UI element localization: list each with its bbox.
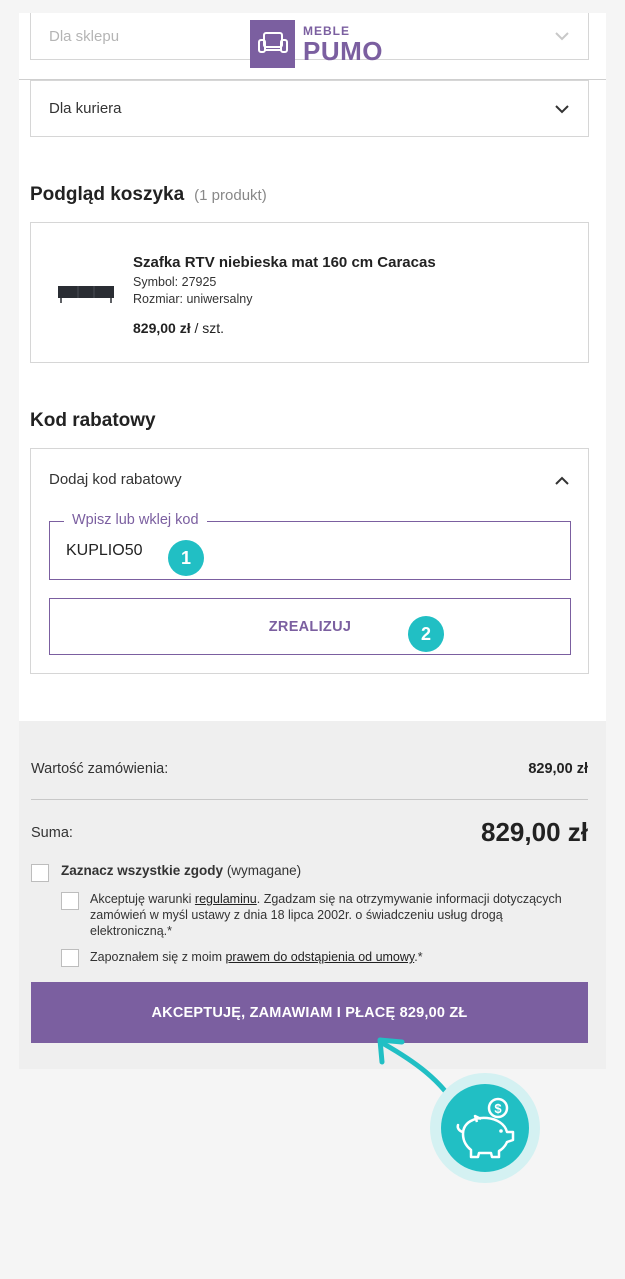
discount-toggle-label[interactable]: Dodaj kod rabatowy [49,471,182,488]
logo[interactable]: MEBLE PUMO [250,20,390,68]
consent-terms-text-pre: Akceptuję warunki [90,892,195,906]
product-price-unit: / szt. [190,320,225,336]
product-thumbnail[interactable] [56,281,116,305]
discount-code-label: Wpisz lub wklej kod [64,512,207,528]
chevron-down-icon [555,32,569,41]
consent-all-checkbox[interactable] [31,864,49,882]
cart-count: (1 produkt) [194,187,267,204]
chevron-up-icon[interactable] [554,473,570,489]
order-value: 829,00 zł [528,761,588,777]
summary-divider [31,799,588,800]
order-value-row: Wartość zamówienia: 829,00 zł [31,761,588,777]
product-price-value: 829,00 zł [133,320,191,336]
total-label: Suma: [31,824,73,841]
discount-title: Kod rabatowy [30,410,156,431]
consent-withdrawal-text-post: .* [414,950,423,964]
consent-terms-checkbox[interactable] [61,892,79,910]
logo-small-text: MEBLE [303,23,350,38]
cart-title-text: Podgląd koszyka [30,184,185,205]
logo-brand-text: PUMO [303,35,383,66]
delivery-option-courier-label: Dla kuriera [49,100,122,117]
consent-all-note: (wymagane) [223,863,302,878]
cart-product: Szafka RTV niebieska mat 160 cm Caracas … [30,222,589,363]
total-row: Suma: 829,00 zł [31,817,588,848]
consent-terms-label: Akceptuję warunki regulaminu. Zgadzam si… [90,891,580,939]
consent-all-text: Zaznacz wszystkie zgody [61,863,224,878]
discount-code-value: KUPLIO50 [66,542,143,559]
product-name[interactable]: Szafka RTV niebieska mat 160 cm Caracas [133,254,436,271]
discount-panel: Dodaj kod rabatowy Wpisz lub wklej kod K… [30,448,589,674]
chevron-down-icon [555,104,569,113]
product-size: Rozmiar: uniwersalny [133,292,253,306]
discount-code-input[interactable]: Wpisz lub wklej kod KUPLIO50 [49,512,571,580]
cart-title: Podgląd koszyka (1 produkt) [30,184,267,206]
order-summary: Wartość zamówienia: 829,00 zł Suma: 829,… [19,721,606,1069]
checkout-page: Dla sklepu MEBLE PUMO Dla kuriera Podglą… [0,0,625,1279]
product-price: 829,00 zł / szt. [133,320,224,336]
consent-withdrawal-text-pre: Zapoznałem się z moim [90,950,226,964]
delivery-option-shop-label: Dla sklepu [49,27,120,45]
armchair-icon [250,20,295,68]
total-value: 829,00 zł [481,817,588,847]
consent-all-label[interactable]: Zaznacz wszystkie zgody (wymagane) [61,863,301,878]
step-badge-2: 2 [408,616,444,652]
terms-link[interactable]: regulaminu [195,892,257,906]
step-badge-1: 1 [168,540,204,576]
apply-discount-button[interactable]: ZREALIZUJ [49,598,571,655]
order-value-label: Wartość zamówienia: [31,761,169,777]
product-symbol: Symbol: 27925 [133,275,217,289]
accept-and-pay-button[interactable]: AKCEPTUJĘ, ZAMAWIAM I PŁACĘ 829,00 ZŁ [31,982,588,1043]
delivery-option-courier[interactable]: Dla kuriera [30,80,589,137]
withdrawal-link[interactable]: prawem do odstąpienia od umowy [225,950,414,964]
svg-text:$: $ [494,1101,502,1116]
consent-withdrawal-checkbox[interactable] [61,949,79,967]
consent-withdrawal-label: Zapoznałem się z moim prawem do odstąpie… [90,949,580,965]
piggy-bank-icon: $ [441,1084,529,1172]
